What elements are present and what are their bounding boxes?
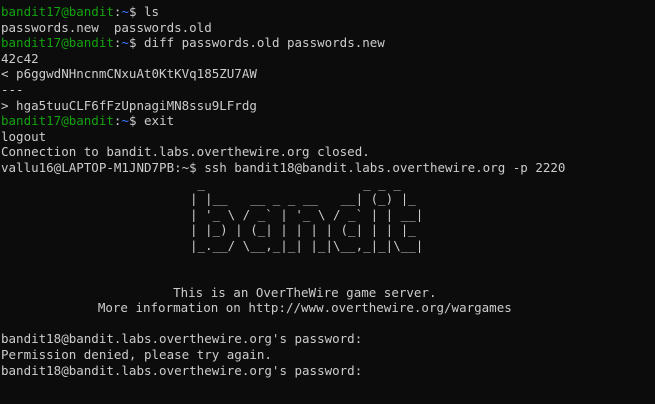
- banner-info-text: More information on http://www.overthewi…: [0, 300, 512, 316]
- command-text: exit: [144, 113, 175, 129]
- diff-header: 42c42: [1, 50, 39, 66]
- diff-new-line: > hga5tuuCLF6fFzUpnagiMN8ssu9LFrdg: [1, 97, 257, 113]
- prompt-user: bandit17@bandit: [1, 4, 114, 19]
- command-text: ssh bandit18@bandit.labs.overthewire.org…: [204, 159, 566, 175]
- prompt-user: bandit17@bandit: [1, 113, 114, 129]
- password-prompt: bandit18@bandit.labs.overthewire.org's p…: [1, 331, 363, 347]
- prompt-dollar: $: [128, 35, 145, 51]
- local-prompt: vallu16@LAPTOP-M1JND7PB:~$: [1, 159, 205, 175]
- prompt-path: ~: [121, 35, 129, 51]
- prompt-path: ~: [121, 113, 129, 129]
- prompt-user: bandit17@bandit: [1, 35, 114, 51]
- connection-closed-text: Connection to bandit.labs.overthewire.or…: [1, 144, 370, 160]
- prompt-path: ~: [121, 4, 129, 19]
- prompt-dollar: $: [128, 113, 145, 129]
- logout-text: logout: [1, 128, 47, 144]
- local-prompt-line: vallu16@LAPTOP-M1JND7PB:~$ ssh bandit18@…: [0, 160, 655, 176]
- prompt-line-exit: bandit17@bandit:~$ exit: [0, 113, 655, 129]
- permission-denied-text: Permission denied, please try again.: [1, 347, 272, 363]
- diff-old-line: < p6ggwdNHncnmCNxuAt0KtKVq185ZU7AW: [1, 66, 257, 82]
- diff-separator: ---: [1, 81, 24, 97]
- terminal-window[interactable]: bandit17@bandit:~$ ls passwords.new pass…: [0, 0, 655, 404]
- banner-welcome-text: This is an OverTheWire game server.: [0, 284, 437, 300]
- password-prompt[interactable]: bandit18@bandit.labs.overthewire.org's p…: [0, 363, 655, 379]
- prompt-line-diff: bandit17@bandit:~$ diff passwords.old pa…: [0, 35, 655, 51]
- bandit-ascii-banner: _ _ _ _ | |__ __ _ _ __ __| (_) |_ | '_ …: [190, 175, 424, 253]
- prompt-dollar: $: [128, 4, 145, 19]
- command-text: ls: [144, 4, 160, 19]
- prompt-line-ls: bandit17@bandit:~$ ls: [0, 4, 655, 20]
- command-text: diff passwords.old passwords.new: [144, 35, 385, 51]
- ls-output: passwords.new passwords.old: [1, 19, 212, 35]
